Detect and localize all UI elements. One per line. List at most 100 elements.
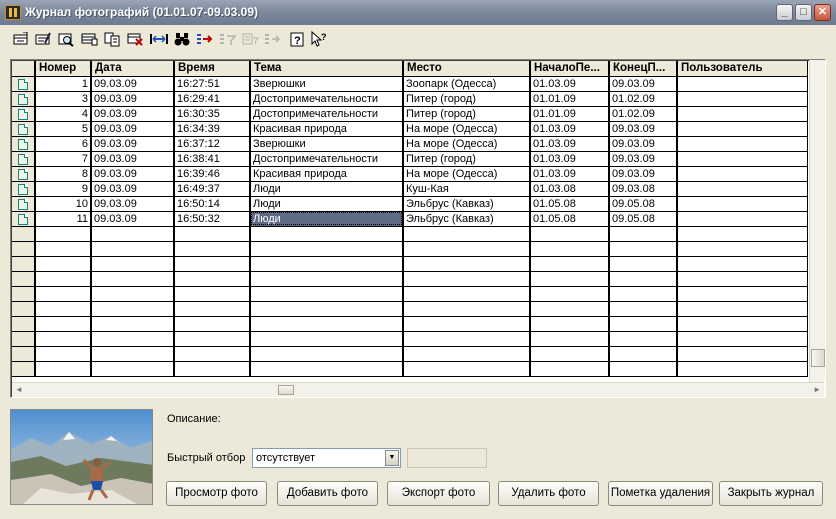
row-indicator[interactable] [12, 151, 36, 167]
find-icon[interactable] [56, 30, 76, 48]
table-cell[interactable]: 7 [35, 151, 92, 167]
table-cell[interactable]: 09.03.09 [609, 121, 678, 137]
table-cell[interactable]: 16:37:12 [174, 136, 251, 152]
view-photo-button[interactable]: Просмотр фото [166, 481, 267, 506]
column-header[interactable]: Место [403, 61, 531, 77]
table-row[interactable]: 3 09.03.09 16:29:41 Достопримечательности Пи… [12, 91, 808, 107]
table-cell[interactable]: 16:34:39 [174, 121, 251, 137]
table-row[interactable]: 7 09.03.09 16:38:41 Достопримечательности Пи… [12, 151, 808, 167]
table-cell[interactable]: 16:38:41 [174, 151, 251, 167]
table-cell[interactable] [677, 211, 808, 227]
table-cell[interactable]: 09.03.08 [609, 181, 678, 197]
table-cell[interactable]: 16:50:32 [174, 211, 251, 227]
table-cell[interactable]: Питер (город) [403, 91, 531, 107]
table-cell[interactable]: 09.03.09 [609, 151, 678, 167]
table-row[interactable]: 10 09.03.09 16:50:14 Люди Эльбрус (Кавказ) 01… [12, 196, 808, 212]
table-cell[interactable]: 01.02.09 [609, 106, 678, 122]
table-cell[interactable]: 3 [35, 91, 92, 107]
table-cell[interactable]: Красивая природа [250, 166, 404, 182]
row-indicator[interactable] [12, 181, 36, 197]
photo-preview[interactable] [10, 409, 153, 505]
delete-record-icon[interactable] [125, 30, 145, 48]
context-help-icon[interactable]: ? [309, 30, 329, 48]
table-cell[interactable] [677, 106, 808, 122]
delete-photo-button[interactable]: Удалить фото [498, 481, 599, 506]
app-icon[interactable] [5, 5, 21, 20]
table-cell[interactable]: 09.03.09 [91, 151, 175, 167]
column-header[interactable]: Время [174, 61, 251, 77]
filter-remove-icon[interactable] [263, 30, 283, 48]
binoculars-icon[interactable] [172, 30, 192, 48]
table-cell[interactable]: 01.03.09 [530, 121, 610, 137]
column-header[interactable]: НачалоПе... [530, 61, 610, 77]
mark-deletion-button[interactable]: Пометка удаления [608, 481, 713, 506]
copy-record-icon[interactable] [79, 30, 99, 48]
table-cell[interactable]: 16:50:14 [174, 196, 251, 212]
table-cell[interactable]: 09.03.09 [609, 136, 678, 152]
table-cell[interactable]: 09.03.09 [609, 166, 678, 182]
add-record-icon[interactable] [11, 30, 31, 48]
table-cell[interactable]: На море (Одесса) [403, 136, 531, 152]
table-cell[interactable] [677, 76, 808, 92]
horizontal-scroll-thumb[interactable] [278, 385, 294, 395]
table-cell[interactable]: Люди [250, 181, 404, 197]
row-indicator[interactable] [12, 136, 36, 152]
table-cell[interactable] [677, 91, 808, 107]
table-cell[interactable]: 1 [35, 76, 92, 92]
table-cell[interactable]: 01.03.09 [530, 76, 610, 92]
table-cell[interactable]: 01.05.08 [530, 196, 610, 212]
row-indicator[interactable] [12, 121, 36, 137]
table-cell[interactable] [677, 181, 808, 197]
table-cell[interactable] [677, 151, 808, 167]
table-cell[interactable]: Люди [250, 196, 404, 212]
filter-icon[interactable] [195, 30, 215, 48]
filter-list-icon[interactable] [241, 30, 261, 48]
table-cell[interactable]: 11 [35, 211, 92, 227]
table-cell[interactable]: 09.03.09 [91, 106, 175, 122]
table-cell[interactable]: 01.02.09 [609, 91, 678, 107]
table-cell[interactable]: Питер (город) [403, 106, 531, 122]
column-header[interactable]: Пользователь [677, 61, 808, 77]
row-indicator[interactable] [12, 91, 36, 107]
vertical-scrollbar[interactable] [809, 60, 825, 382]
table-cell[interactable]: 01.03.09 [530, 151, 610, 167]
table-cell[interactable]: 01.03.09 [530, 166, 610, 182]
maximize-button[interactable]: □ [795, 4, 812, 21]
column-header[interactable]: Номер [35, 61, 92, 77]
table-cell[interactable]: 16:30:35 [174, 106, 251, 122]
table-cell[interactable]: 09.03.09 [91, 91, 175, 107]
title-bar[interactable]: Журнал фотографий (01.01.07-09.03.09) _ … [0, 0, 836, 25]
add-photo-button[interactable]: Добавить фото [277, 481, 378, 506]
table-cell[interactable]: 09.03.09 [609, 76, 678, 92]
table-cell[interactable]: 16:49:37 [174, 181, 251, 197]
table-cell[interactable]: 10 [35, 196, 92, 212]
table-cell[interactable]: 09.03.09 [91, 121, 175, 137]
edit-record-icon[interactable] [33, 30, 53, 48]
vertical-scroll-thumb[interactable] [811, 349, 825, 367]
table-cell[interactable]: 09.03.09 [91, 166, 175, 182]
table-cell[interactable]: Достопримечательности [250, 91, 404, 107]
close-button[interactable]: ✕ [814, 4, 831, 21]
table-cell[interactable]: Эльбрус (Кавказ) [403, 196, 531, 212]
filter-off-icon[interactable] [218, 30, 238, 48]
scroll-left-icon[interactable]: ◄ [15, 385, 23, 394]
table-cell[interactable] [677, 196, 808, 212]
column-header[interactable]: КонецП... [609, 61, 678, 77]
table-cell[interactable]: 9 [35, 181, 92, 197]
table-row[interactable]: 1 09.03.09 16:27:51 Зверюшки Зоопарк (Одесса… [12, 76, 808, 92]
minimize-button[interactable]: _ [776, 4, 793, 21]
table-row[interactable]: 9 09.03.09 16:49:37 Люди Куш-Кая 01.03.08 09.0… [12, 181, 808, 197]
table-cell[interactable]: 01.03.08 [530, 181, 610, 197]
table-cell[interactable]: 01.05.08 [530, 211, 610, 227]
table-cell[interactable]: 09.03.09 [91, 136, 175, 152]
disabled-filter-button[interactable] [407, 448, 487, 468]
table-cell[interactable]: Люди [250, 211, 404, 227]
table-cell[interactable]: Красивая природа [250, 121, 404, 137]
table-cell[interactable]: Питер (город) [403, 151, 531, 167]
table-cell[interactable]: 01.01.09 [530, 91, 610, 107]
table-cell[interactable]: Зверюшки [250, 136, 404, 152]
table-cell[interactable]: 4 [35, 106, 92, 122]
table-cell[interactable]: 5 [35, 121, 92, 137]
row-indicator[interactable] [12, 211, 36, 227]
table-cell[interactable]: 8 [35, 166, 92, 182]
